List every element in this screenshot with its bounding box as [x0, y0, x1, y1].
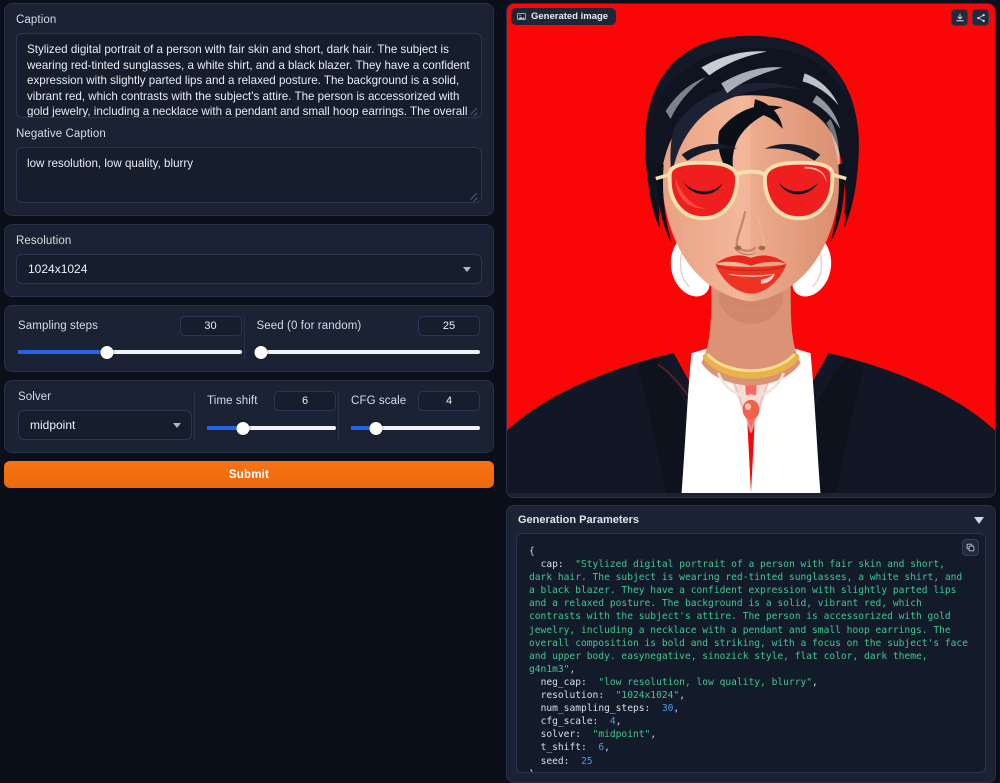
resize-handle-icon[interactable]	[469, 106, 478, 115]
chevron-down-icon	[173, 423, 182, 428]
sampling-steps-slider[interactable]	[18, 345, 242, 359]
portrait-illustration	[507, 4, 995, 493]
submit-button[interactable]: Submit	[4, 461, 494, 488]
controls-column: Caption Stylized digital portrait of a p…	[0, 0, 500, 783]
time-shift-value[interactable]: 6	[274, 391, 337, 411]
generated-image-badge: Generated image	[511, 8, 617, 25]
negative-caption-label: Negative Caption	[16, 128, 106, 140]
time-shift-control: Time shift 6	[194, 391, 338, 440]
cfg-scale-label: CFG scale	[351, 395, 407, 407]
chevron-down-icon[interactable]	[974, 516, 984, 524]
sampling-seed-panel: Sampling steps 30 Seed (0 for random) 25	[4, 305, 494, 372]
cfg-scale-control: CFG scale 4	[338, 391, 482, 440]
solver-value: midpoint	[30, 418, 76, 432]
solver-select[interactable]: midpoint	[18, 410, 193, 440]
seed-label: Seed (0 for random)	[256, 320, 362, 332]
cfg-scale-value[interactable]: 4	[418, 391, 480, 411]
solver-label: Solver	[18, 391, 52, 403]
negative-caption-input[interactable]: low resolution, low quality, blurry	[16, 147, 482, 203]
generation-parameters-header[interactable]: Generation Parameters	[516, 514, 986, 533]
copy-button[interactable]	[962, 539, 979, 556]
generated-image-panel: Generated image	[506, 3, 996, 498]
slider-thumb[interactable]	[236, 421, 250, 435]
resolution-value: 1024x1024	[28, 262, 88, 276]
download-icon	[955, 13, 964, 21]
solver-panel: Solver midpoint Time shift 6 CFG scale 4	[4, 380, 494, 453]
solver-control: Solver midpoint	[16, 391, 194, 440]
slider-thumb[interactable]	[100, 345, 114, 359]
resize-handle-icon[interactable]	[469, 191, 478, 200]
caption-label: Caption	[16, 14, 57, 26]
generation-parameters-title: Generation Parameters	[518, 514, 640, 526]
share-button[interactable]	[972, 9, 989, 26]
copy-icon	[966, 543, 975, 552]
generated-image-badge-label: Generated image	[531, 11, 609, 22]
share-icon	[976, 13, 985, 22]
sampling-steps-control: Sampling steps 30	[16, 316, 244, 359]
slider-fill	[18, 350, 108, 354]
generation-parameters-code-block: { cap: "Stylized digital portrait of a p…	[516, 533, 986, 773]
seed-slider[interactable]	[254, 345, 480, 359]
cfg-scale-slider[interactable]	[351, 421, 480, 435]
slider-thumb[interactable]	[254, 345, 268, 359]
caption-input[interactable]: Stylized digital portrait of a person wi…	[16, 33, 482, 118]
slider-thumb[interactable]	[369, 421, 383, 435]
chevron-down-icon	[463, 267, 471, 272]
image-icon	[517, 13, 526, 20]
seed-control: Seed (0 for random) 25	[243, 316, 483, 359]
sampling-steps-label: Sampling steps	[18, 320, 99, 332]
caption-text: Stylized digital portrait of a person wi…	[27, 43, 470, 118]
output-column: Generated image Generation Parameters {…	[506, 0, 1000, 783]
resolution-select[interactable]: 1024x1024	[16, 254, 482, 284]
generation-parameters-panel: Generation Parameters { cap: "Stylized d…	[506, 505, 996, 783]
resolution-label: Resolution	[16, 235, 72, 247]
sampling-steps-value[interactable]: 30	[179, 316, 242, 336]
time-shift-slider[interactable]	[207, 421, 337, 435]
generation-parameters-json: { cap: "Stylized digital portrait of a p…	[529, 546, 974, 772]
negative-caption-text: low resolution, low quality, blurry	[27, 157, 194, 170]
caption-panel: Caption Stylized digital portrait of a p…	[4, 3, 494, 216]
app-root: Caption Stylized digital portrait of a p…	[0, 0, 1000, 783]
image-actions	[951, 9, 989, 26]
resolution-panel: Resolution 1024x1024	[4, 224, 494, 297]
download-button[interactable]	[951, 9, 968, 26]
slider-track	[256, 350, 480, 354]
seed-value[interactable]: 25	[418, 316, 480, 336]
time-shift-label: Time shift	[207, 395, 258, 407]
